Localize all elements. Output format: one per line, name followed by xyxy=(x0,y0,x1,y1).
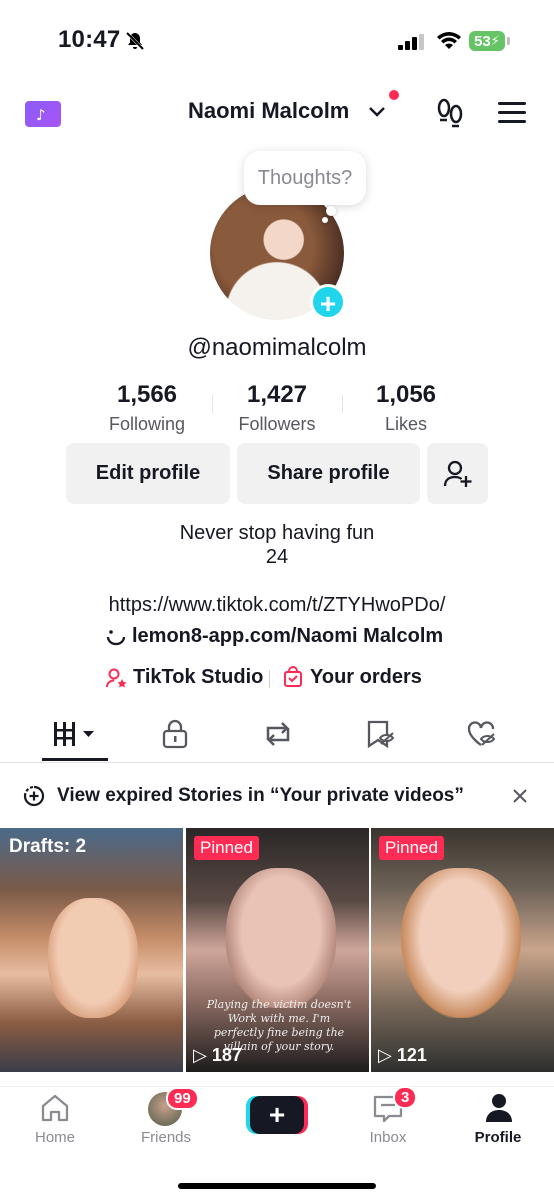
your-orders-link[interactable]: Your orders xyxy=(310,666,422,689)
liked-hidden-tab-icon[interactable] xyxy=(466,720,498,748)
battery-indicator: 53 ⚡ xyxy=(469,31,505,51)
stat-label: Followers xyxy=(238,414,316,434)
studio-person-icon xyxy=(106,668,127,688)
view-count: ▷ 121 xyxy=(378,1045,427,1065)
tiktok-studio-link[interactable]: TikTok Studio xyxy=(133,666,263,689)
stat-likes[interactable]: 1,056 Likes xyxy=(346,381,466,435)
stat-divider xyxy=(342,395,343,413)
home-icon[interactable] xyxy=(39,1093,71,1123)
wifi-icon xyxy=(437,32,461,49)
signal-icon xyxy=(398,34,424,50)
video-thumbnail-pinned-1[interactable]: Playing the victim doesn't Work with me.… xyxy=(186,828,369,1072)
share-profile-button[interactable]: Share profile xyxy=(237,443,420,504)
bubble-tail xyxy=(326,206,336,216)
stat-followers[interactable]: 1,427 Followers xyxy=(217,381,337,435)
battery-cap xyxy=(507,37,510,45)
tab-friends-label[interactable]: Friends xyxy=(121,1129,211,1146)
videos-grid-tab-icon[interactable] xyxy=(54,720,98,748)
plus-icon: + xyxy=(250,1096,304,1134)
account-switcher-title[interactable]: Naomi Malcolm xyxy=(188,98,349,124)
profile-link[interactable]: https://www.tiktok.com/t/ZTYHwoPDo/ xyxy=(0,594,554,617)
face-shape xyxy=(401,868,521,1018)
add-story-plus-icon[interactable]: + xyxy=(310,284,346,320)
footprint-icon[interactable] xyxy=(436,98,464,128)
expired-stories-banner[interactable]: View expired Stories in “Your private vi… xyxy=(57,785,464,807)
bubble-tail xyxy=(322,217,328,223)
stat-following[interactable]: 1,566 Following xyxy=(87,381,207,435)
ticket-icon[interactable]: ♪ xyxy=(25,101,61,127)
drafts-label: Drafts: 2 xyxy=(9,836,87,857)
profile-handle: @naomimalcolm xyxy=(187,334,367,361)
edit-profile-button[interactable]: Edit profile xyxy=(66,443,230,504)
video-thumbnail-drafts[interactable] xyxy=(0,828,183,1072)
add-friends-button[interactable] xyxy=(427,443,488,504)
inbox-badge: 3 xyxy=(393,1086,418,1109)
stat-label: Following xyxy=(108,414,186,434)
face-shape xyxy=(48,898,138,1018)
pinned-badge: Pinned xyxy=(379,836,444,860)
private-lock-tab-icon[interactable] xyxy=(162,719,188,749)
tab-inbox-label[interactable]: Inbox xyxy=(343,1129,433,1146)
bio-line: 24 xyxy=(265,546,289,568)
active-tab-indicator xyxy=(42,758,108,761)
stat-divider xyxy=(212,395,213,413)
pinned-badge: Pinned xyxy=(194,836,259,860)
hamburger-menu-icon[interactable] xyxy=(498,101,526,125)
create-button[interactable]: + xyxy=(246,1096,308,1134)
face-shape xyxy=(226,868,336,1008)
svg-text:♪: ♪ xyxy=(36,106,46,124)
tab-divider xyxy=(0,762,554,763)
view-count: ▷ 187 xyxy=(193,1045,242,1065)
stat-label: Likes xyxy=(384,414,428,434)
add-person-icon xyxy=(443,460,471,487)
chevron-down-icon[interactable] xyxy=(368,106,386,118)
favorites-hidden-tab-icon[interactable] xyxy=(366,720,396,748)
stat-value: 1,056 xyxy=(375,381,437,408)
status-time: 10:47 xyxy=(58,26,121,53)
bio-line: Never stop having fun xyxy=(179,522,375,544)
orders-bag-icon xyxy=(284,666,302,687)
stat-value: 1,566 xyxy=(116,381,178,408)
thoughts-bubble[interactable]: Thoughts? xyxy=(244,151,366,205)
close-icon[interactable] xyxy=(513,789,527,803)
tab-home-label[interactable]: Home xyxy=(10,1129,100,1146)
lemon8-link[interactable]: lemon8-app.com/Naomi Malcolm xyxy=(132,625,443,648)
stat-value: 1,427 xyxy=(246,381,308,408)
profile-icon[interactable] xyxy=(484,1092,514,1124)
silent-bell-icon xyxy=(125,31,145,51)
story-plus-icon xyxy=(23,785,45,807)
video-thumbnail-pinned-2[interactable] xyxy=(371,828,554,1072)
home-indicator xyxy=(178,1183,376,1189)
tab-profile-label[interactable]: Profile xyxy=(453,1129,543,1146)
repost-tab-icon[interactable] xyxy=(262,720,294,748)
friends-badge: 99 xyxy=(166,1087,199,1110)
divider xyxy=(269,670,270,688)
notification-dot xyxy=(389,90,399,100)
lemon8-smile-icon xyxy=(106,630,126,646)
